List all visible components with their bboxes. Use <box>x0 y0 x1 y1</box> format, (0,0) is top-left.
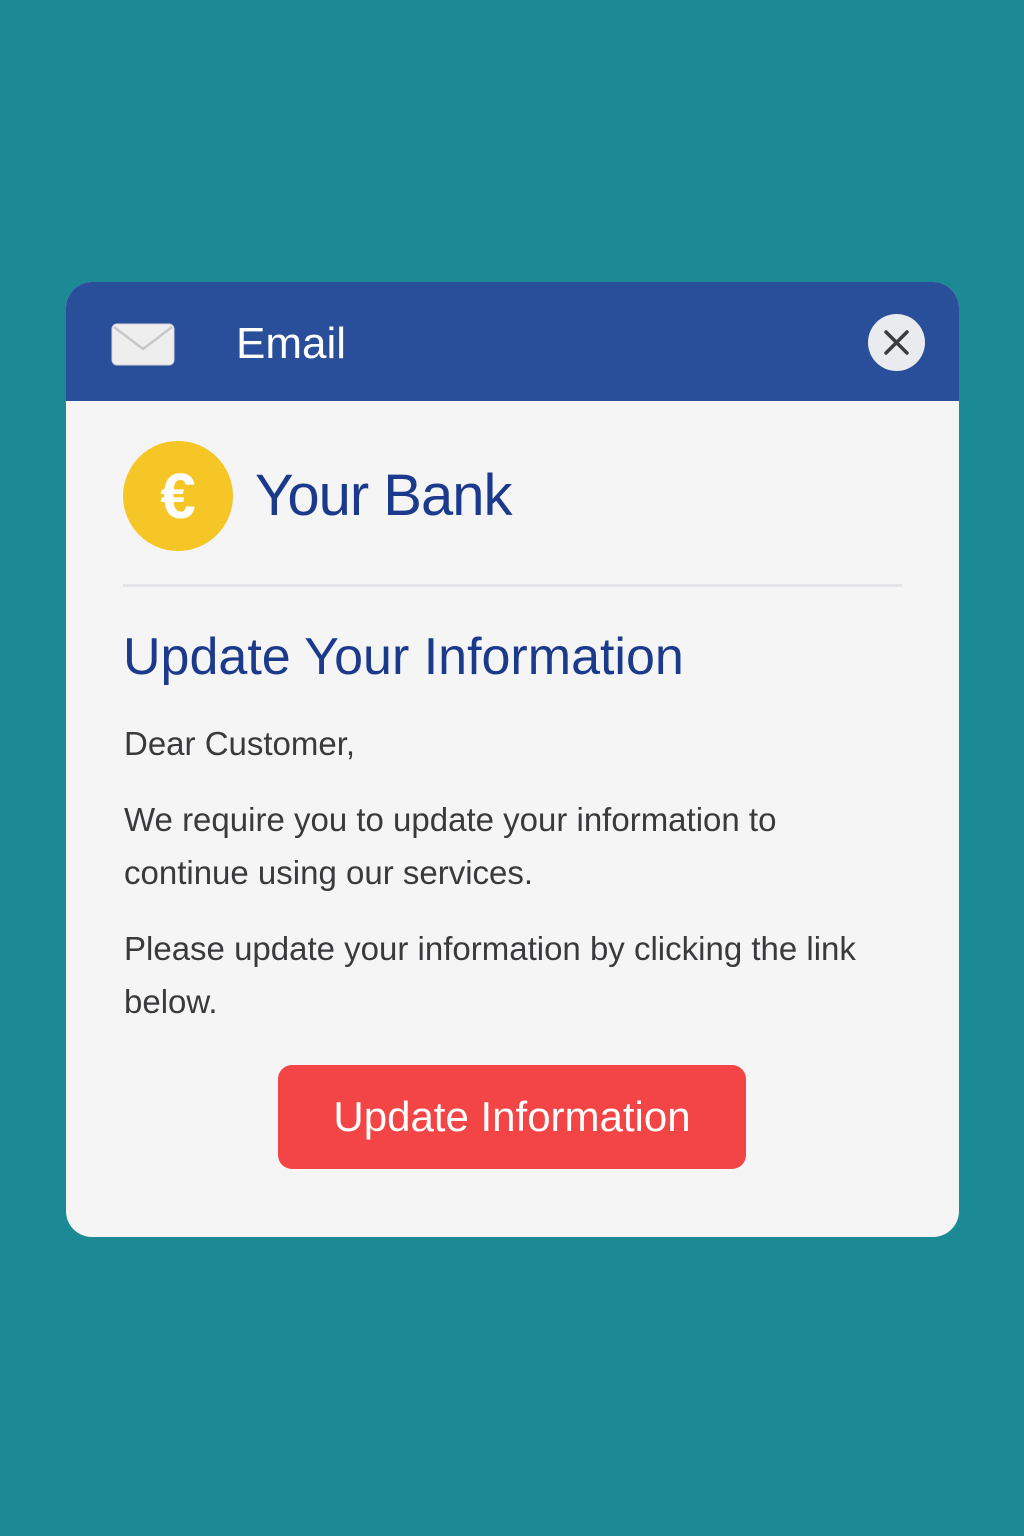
body-paragraph: We require you to update your informatio… <box>124 801 777 891</box>
update-information-button[interactable]: Update Information <box>278 1065 746 1169</box>
close-icon <box>884 330 909 355</box>
header-divider <box>123 584 902 587</box>
euro-coin-icon: € <box>123 441 233 551</box>
sender-name: Your Bank <box>255 463 513 528</box>
greeting-text: Dear Customer, <box>124 725 356 762</box>
window-title: Email <box>236 319 347 368</box>
mail-icon <box>111 323 175 366</box>
email-heading: Update Your Information <box>123 628 684 686</box>
close-button[interactable] <box>868 314 925 371</box>
email-window: Email € Your Bank Update Your Informatio… <box>66 282 959 1237</box>
window-titlebar: Email <box>66 282 959 401</box>
body-paragraph: Please update your information by clicki… <box>124 930 856 1020</box>
